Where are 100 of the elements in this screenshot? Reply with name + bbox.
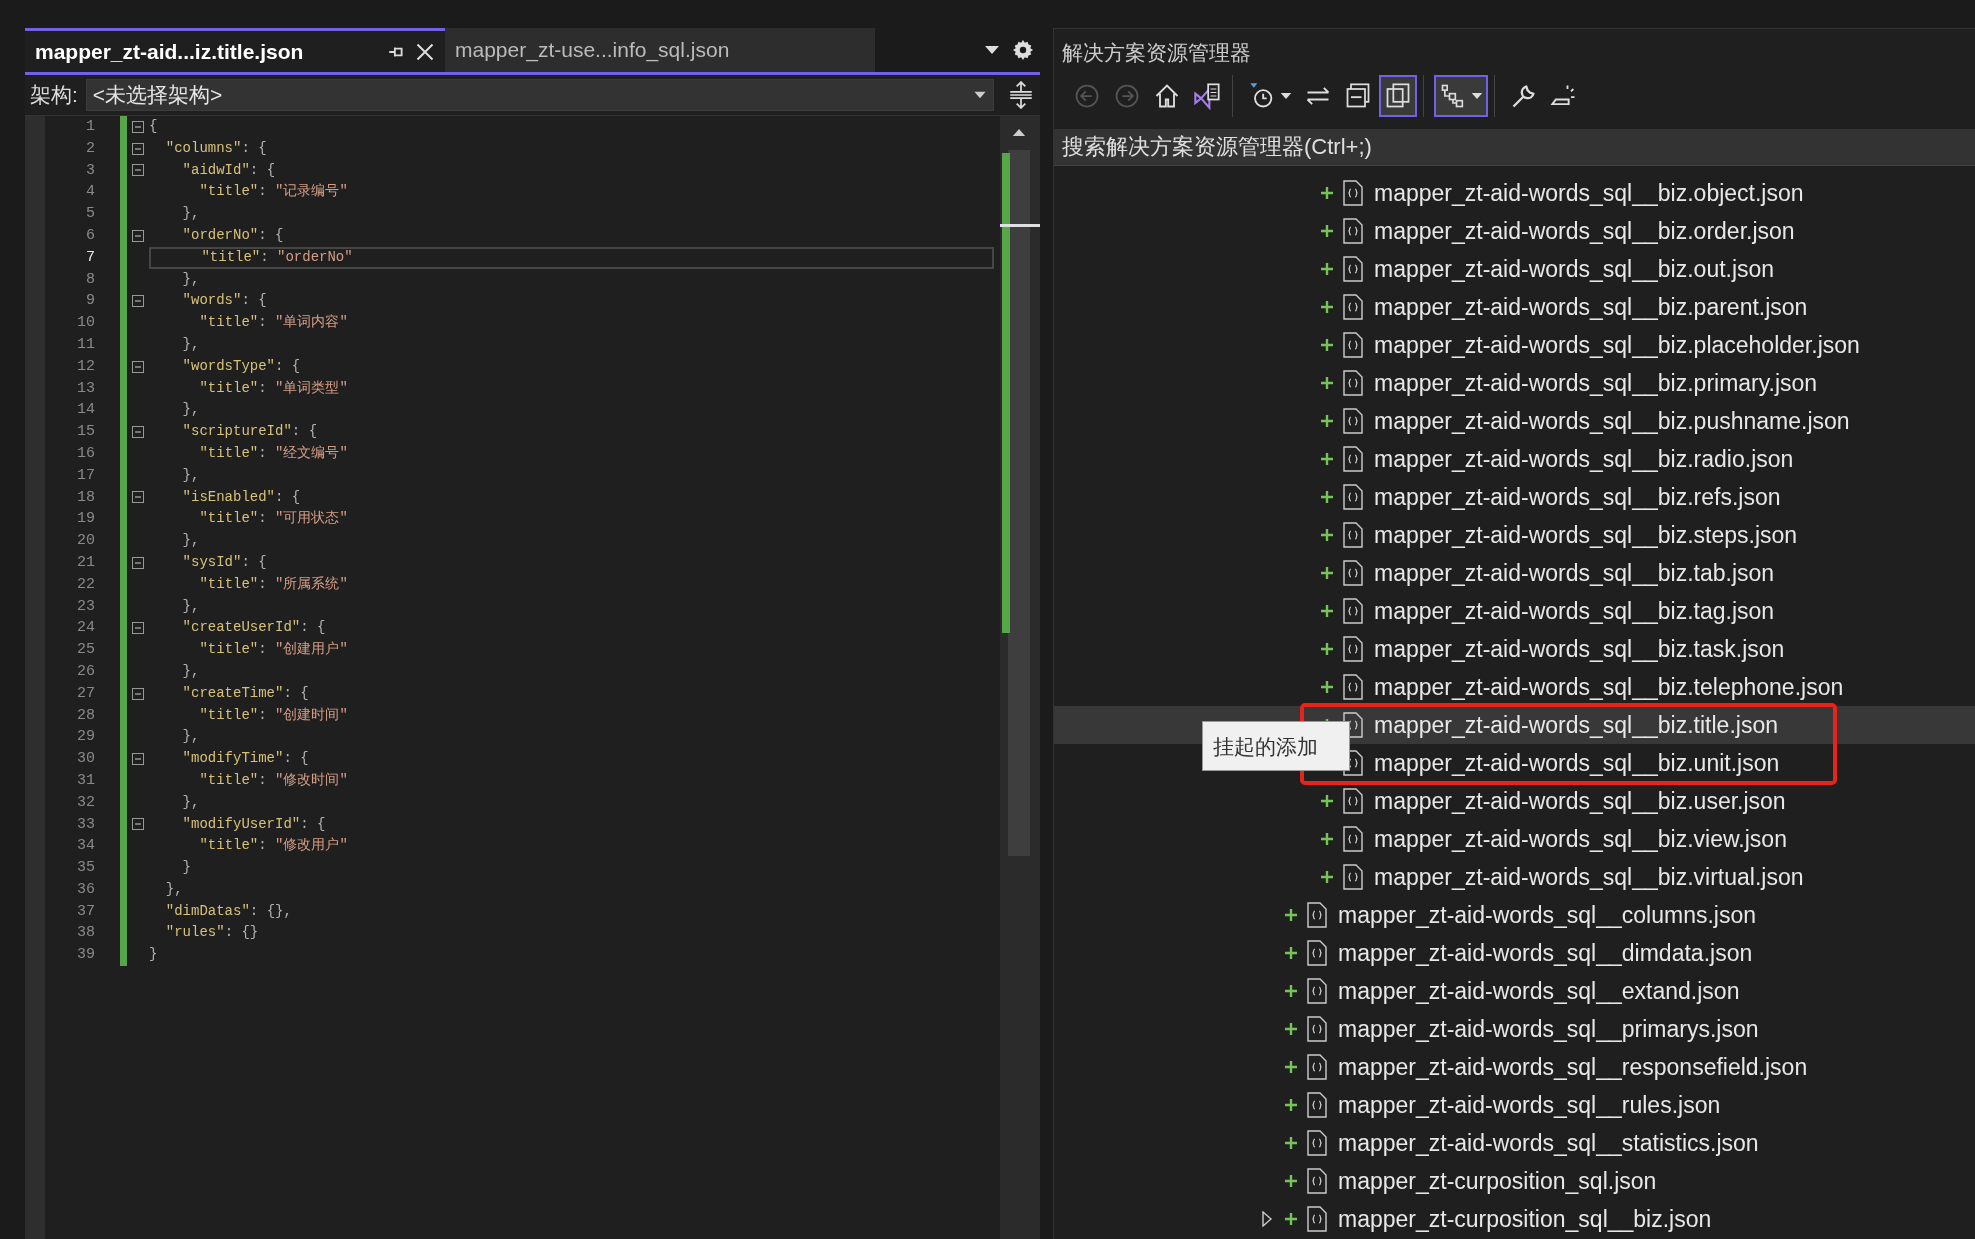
line-number: 39 bbox=[76, 945, 95, 966]
line-number: 27 bbox=[76, 683, 95, 704]
file-name: mapper_zt-aid-words_sql__biz.steps.json bbox=[1374, 521, 1798, 549]
line-number: 21 bbox=[76, 552, 95, 573]
code-line: "title": "创建时间" bbox=[198, 705, 349, 725]
code-line: "title": "创建用户" bbox=[198, 640, 349, 660]
line-number: 35 bbox=[76, 858, 95, 879]
code-line: { bbox=[149, 117, 159, 136]
code-line: }, bbox=[181, 334, 201, 354]
line-number: 30 bbox=[76, 749, 95, 770]
line-number: 38 bbox=[76, 923, 95, 944]
code-line: }, bbox=[181, 531, 201, 551]
line-number: 7 bbox=[85, 247, 95, 268]
line-number: 11 bbox=[76, 334, 95, 355]
file-name: mapper_zt-aid-words_sql__biz.pushname.json bbox=[1374, 407, 1850, 435]
line-number: 20 bbox=[76, 531, 95, 552]
file-name: mapper_zt-aid-words_sql__biz.object.json bbox=[1374, 179, 1804, 207]
file-name: mapper_zt-aid-words_sql__biz.view.json bbox=[1374, 825, 1787, 853]
file-name: mapper_zt-aid-words_sql__biz.parent.json bbox=[1374, 293, 1808, 321]
file-name: mapper_zt-aid-words_sql__biz.title.json bbox=[1374, 711, 1778, 739]
code-line: "title": "可用状态" bbox=[198, 509, 349, 529]
line-number: 15 bbox=[76, 422, 95, 443]
code-line: "scriptureId": { bbox=[181, 422, 319, 442]
line-number: 16 bbox=[76, 443, 95, 464]
line-number: 10 bbox=[76, 313, 95, 334]
code-line: "title": "修改时间" bbox=[198, 770, 349, 790]
file-name: mapper_zt-aid-words_sql__biz.refs.json bbox=[1374, 483, 1781, 511]
code-line: "wordsType": { bbox=[181, 356, 302, 376]
line-number: 2 bbox=[85, 138, 95, 159]
code-line: "modifyTime": { bbox=[181, 749, 310, 769]
file-name: mapper_zt-aid-words_sql__biz.virtual.json bbox=[1374, 863, 1804, 891]
code-line: }, bbox=[181, 727, 201, 747]
line-number: 32 bbox=[76, 792, 95, 813]
line-number: 22 bbox=[76, 574, 95, 595]
panel-title: 解决方案资源管理器 bbox=[1061, 40, 1252, 66]
code-line: "createUserId": { bbox=[181, 618, 327, 638]
file-name: mapper_zt-aid-words_sql__biz.telephone.json bbox=[1374, 673, 1844, 701]
line-number: 14 bbox=[76, 400, 95, 421]
code-line: "isEnabled": { bbox=[181, 487, 302, 507]
line-number: 18 bbox=[76, 487, 95, 508]
file-name: mapper_zt-aid-words_sql__biz.primary.json bbox=[1374, 369, 1818, 397]
line-number: 29 bbox=[76, 727, 95, 748]
code-line: "orderNo": { bbox=[181, 226, 285, 245]
line-number: 9 bbox=[85, 291, 95, 312]
code-line: "modifyUserId": { bbox=[181, 814, 327, 834]
file-name: mapper_zt-aid-words_sql__primarys.json bbox=[1338, 1015, 1759, 1043]
code-line: }, bbox=[181, 596, 201, 616]
code-line: } bbox=[149, 945, 159, 965]
code-line: } bbox=[181, 858, 192, 878]
code-line: }, bbox=[181, 661, 201, 681]
file-name: mapper_zt-aid-words_sql__columns.json bbox=[1338, 901, 1757, 929]
code-line: "title": "所属系统" bbox=[198, 574, 349, 594]
line-number: 31 bbox=[76, 770, 95, 791]
code-line: "title": "记录编号" bbox=[198, 182, 349, 202]
file-name: mapper_zt-curposition_sql__biz.json bbox=[1338, 1205, 1712, 1233]
line-number: 28 bbox=[76, 705, 95, 726]
file-name: mapper_zt-aid-words_sql__responsefield.json bbox=[1338, 1053, 1808, 1081]
code-line: "dimDatas": {}, bbox=[164, 901, 293, 921]
line-number: 25 bbox=[76, 640, 95, 661]
file-name: mapper_zt-aid-words_sql__statistics.json bbox=[1338, 1129, 1759, 1157]
line-number: 34 bbox=[76, 836, 95, 857]
line-number: 4 bbox=[85, 182, 95, 203]
code-line: "words": { bbox=[181, 291, 268, 311]
line-number: 23 bbox=[76, 596, 95, 617]
line-number: 3 bbox=[85, 160, 95, 181]
code-line: "createTime": { bbox=[181, 683, 310, 703]
file-name: mapper_zt-aid-words_sql__biz.order.json bbox=[1374, 217, 1795, 245]
file-name: mapper_zt-aid-words_sql__rules.json bbox=[1338, 1091, 1721, 1119]
code-line: }, bbox=[181, 204, 201, 224]
line-number: 5 bbox=[85, 204, 95, 225]
code-line: "title": "单词内容" bbox=[198, 313, 349, 333]
code-line: "title": "修改用户" bbox=[198, 836, 349, 856]
line-number: 8 bbox=[85, 269, 95, 290]
file-name: mapper_zt-aid-words_sql__biz.out.json bbox=[1374, 255, 1775, 283]
line-number: 19 bbox=[76, 509, 95, 530]
code-line: "title": "经文编号" bbox=[198, 443, 349, 463]
code-line: "title": "单词类型" bbox=[198, 378, 349, 398]
line-number: 26 bbox=[76, 661, 95, 682]
file-name: mapper_zt-aid-words_sql__biz.task.json bbox=[1374, 635, 1785, 663]
nav-label: 架构: bbox=[30, 82, 78, 108]
code-line: }, bbox=[181, 269, 201, 289]
code-line: }, bbox=[181, 792, 201, 812]
code-line: "columns": { bbox=[164, 138, 268, 158]
file-name: mapper_zt-aid-words_sql__biz.placeholder.json bbox=[1374, 331, 1860, 359]
line-number: 6 bbox=[85, 226, 95, 246]
file-name: mapper_zt-aid-words_sql__biz.user.json bbox=[1374, 787, 1786, 815]
file-name: mapper_zt-aid-words_sql__biz.radio.json bbox=[1374, 445, 1794, 473]
line-number: 24 bbox=[76, 618, 95, 639]
code-line: }, bbox=[164, 879, 184, 899]
file-name: mapper_zt-aid-words_sql__extand.json bbox=[1338, 977, 1740, 1005]
line-number: 1 bbox=[85, 117, 95, 137]
line-number: 17 bbox=[76, 465, 95, 486]
code-line: "sysId": { bbox=[181, 552, 268, 572]
code-line: }, bbox=[181, 400, 201, 420]
code-line: "aidwId": { bbox=[181, 160, 277, 180]
file-name: mapper_zt-aid-words_sql__dimdata.json bbox=[1338, 939, 1753, 967]
line-number: 36 bbox=[76, 879, 95, 900]
file-name: mapper_zt-curposition_sql.json bbox=[1338, 1167, 1657, 1195]
code-line: }, bbox=[181, 465, 201, 485]
line-number: 13 bbox=[76, 378, 95, 399]
